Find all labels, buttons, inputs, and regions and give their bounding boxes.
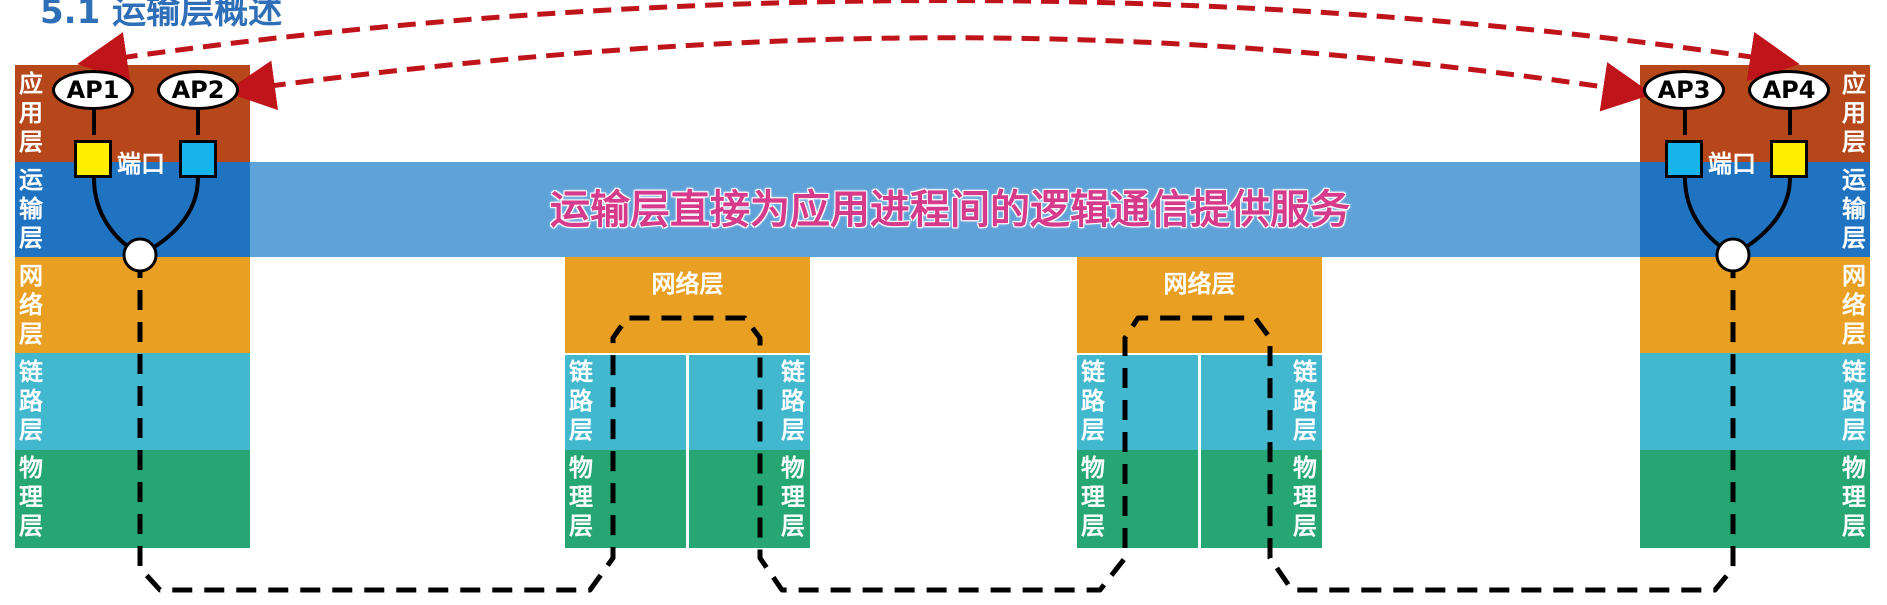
left-port-cyan [179, 140, 217, 178]
data-path [137, 258, 1736, 593]
right-port-cyan [1665, 140, 1703, 178]
ap3-process: AP3 [1643, 70, 1725, 110]
ap2-process: AP2 [157, 70, 239, 110]
logical-arrow-ap2-ap3 [225, 35, 1653, 112]
left-socket-node [122, 237, 158, 273]
left-port-yellow [74, 140, 112, 178]
right-port-yellow [1770, 140, 1808, 178]
right-port-label: 端口 [1708, 150, 1756, 178]
left-port-label: 端口 [117, 150, 165, 178]
ap4-process: AP4 [1748, 70, 1830, 110]
right-socket-node [1715, 237, 1751, 273]
connection-overlay [77, 0, 1800, 593]
logical-arrow-ap1-ap4 [77, 0, 1800, 82]
ap1-process: AP1 [52, 70, 134, 110]
